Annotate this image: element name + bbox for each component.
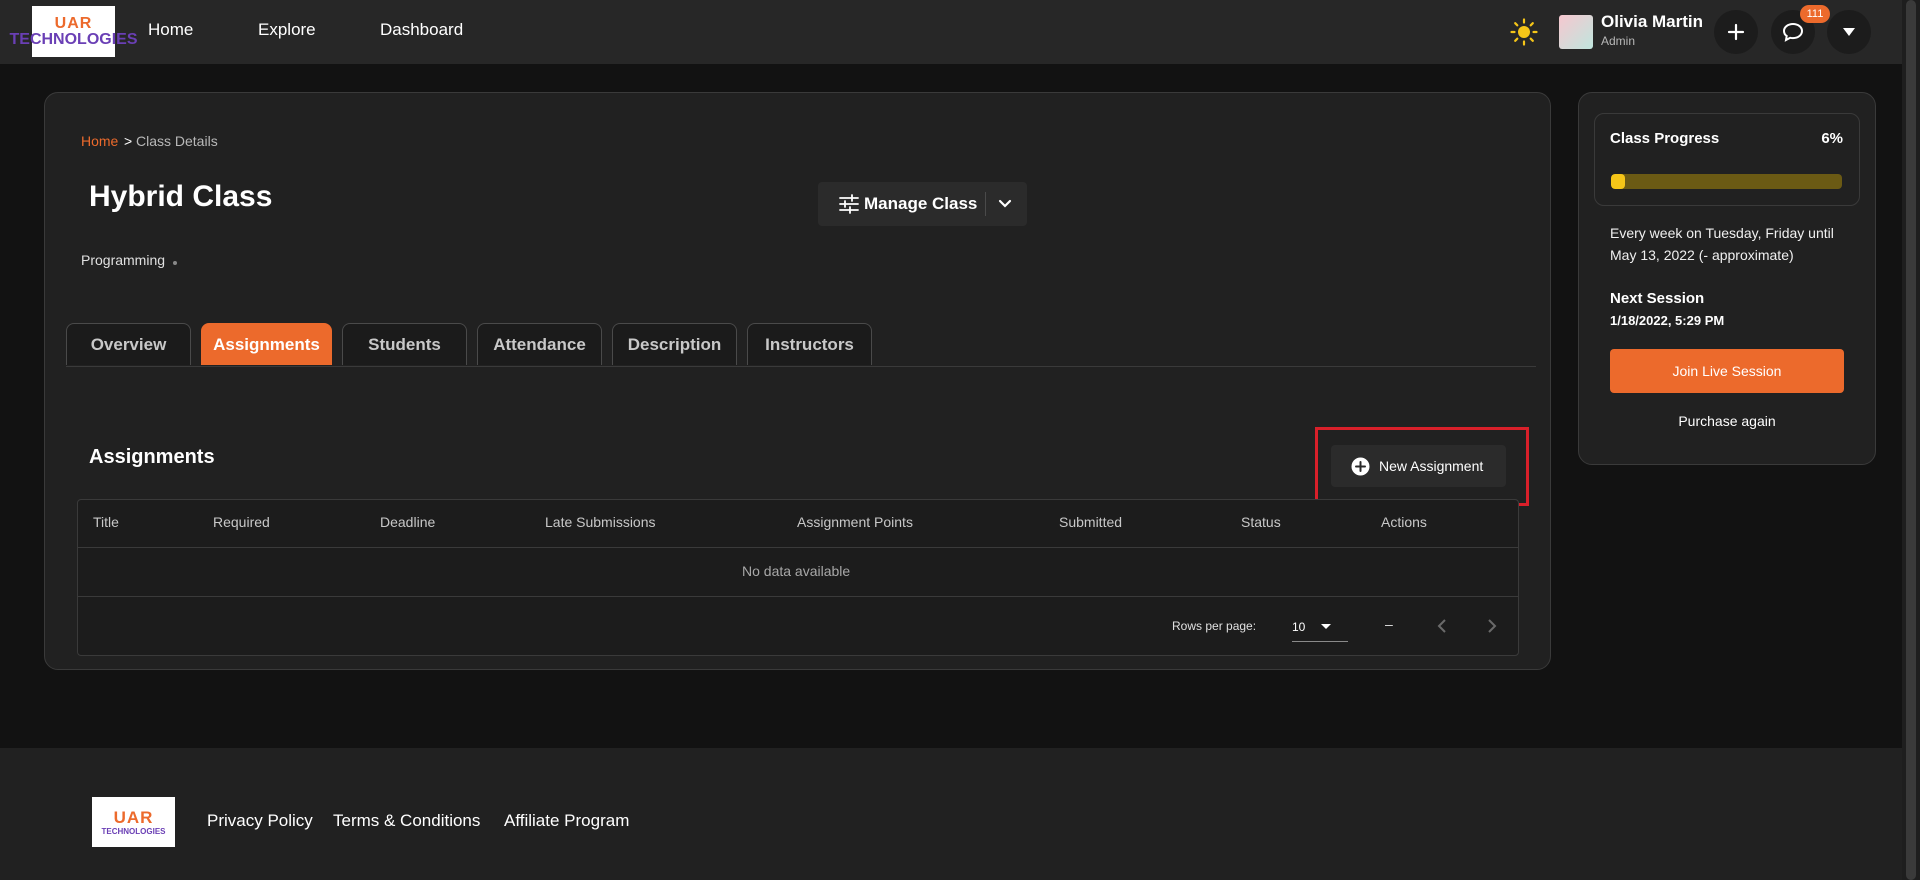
progress-percent: 6% <box>1821 130 1843 147</box>
footer-link-affiliate[interactable]: Affiliate Program <box>504 811 629 831</box>
column-header-required[interactable]: Required <box>213 514 270 530</box>
table-header-divider <box>78 547 1518 548</box>
column-header-submitted[interactable]: Submitted <box>1059 514 1122 530</box>
previous-page-button[interactable] <box>1430 612 1454 640</box>
next-session-label: Next Session <box>1610 290 1705 307</box>
column-header-deadline[interactable]: Deadline <box>380 514 435 530</box>
column-header-title[interactable]: Title <box>93 514 119 530</box>
manage-class-label: Manage Class <box>864 194 978 213</box>
progress-bar-fill <box>1611 174 1625 189</box>
footer-logo-subtext: TECHNOLOGIES <box>101 826 166 836</box>
section-title: Assignments <box>89 446 215 468</box>
category-dot <box>173 261 177 265</box>
progress-bar <box>1611 174 1842 189</box>
chat-icon <box>1782 22 1804 42</box>
next-session-value: 1/18/2022, 5:29 PM <box>1610 313 1725 328</box>
user-role: Admin <box>1601 34 1636 48</box>
notification-badge: 111 <box>1800 5 1830 23</box>
logo-subtext: TECHNOLOGIES <box>9 30 138 48</box>
rows-per-page-label: Rows per page: <box>1172 619 1257 633</box>
chevron-left-icon <box>1437 619 1446 633</box>
class-category: Programming <box>81 252 166 268</box>
progress-box <box>1594 113 1860 206</box>
page-title: Hybrid Class <box>89 180 273 213</box>
nav-link-dashboard[interactable]: Dashboard <box>380 20 463 40</box>
rows-per-page-value: 10 <box>1292 619 1306 634</box>
highlight-box <box>1315 427 1529 506</box>
nav-link-explore[interactable]: Explore <box>258 20 316 40</box>
column-header-late-submissions[interactable]: Late Submissions <box>545 514 656 530</box>
pagination-range: – <box>1385 616 1393 632</box>
tab-overview[interactable]: Overview <box>66 323 191 365</box>
chevron-right-icon <box>1488 619 1497 633</box>
sliders-icon <box>838 194 860 214</box>
column-header-assignment-points[interactable]: Assignment Points <box>797 514 913 530</box>
footer-link-terms[interactable]: Terms & Conditions <box>333 811 480 831</box>
column-header-status[interactable]: Status <box>1241 514 1281 530</box>
breadcrumb-current: Class Details <box>136 133 218 149</box>
next-page-button[interactable] <box>1480 612 1504 640</box>
add-button[interactable] <box>1714 10 1758 54</box>
sun-icon[interactable] <box>1510 18 1538 46</box>
avatar[interactable] <box>1559 15 1593 49</box>
column-header-actions[interactable]: Actions <box>1381 514 1427 530</box>
breadcrumb-home[interactable]: Home <box>81 133 118 149</box>
rows-per-page-select[interactable]: 10 <box>1292 612 1348 642</box>
footer-logo-text: UAR <box>113 807 154 827</box>
progress-title: Class Progress <box>1610 130 1720 147</box>
tab-students[interactable]: Students <box>342 323 467 365</box>
tab-assignments[interactable]: Assignments <box>201 323 332 365</box>
manage-class-button[interactable]: Manage Class <box>818 182 1027 226</box>
schedule-text: Every week on Tuesday, Friday until May … <box>1610 225 1834 263</box>
button-divider <box>985 192 987 216</box>
logo-text: UAR <box>54 14 93 32</box>
scrollbar-thumb[interactable] <box>1906 0 1916 880</box>
caret-down-icon <box>1321 624 1331 629</box>
brand-logo[interactable]: UAR TECHNOLOGIES <box>10 6 138 57</box>
footer-logo[interactable]: UAR TECHNOLOGIES <box>92 797 175 847</box>
purchase-again-link[interactable]: Purchase again <box>1610 413 1844 429</box>
tab-attendance[interactable]: Attendance <box>477 323 602 365</box>
nav-link-home[interactable]: Home <box>148 20 193 40</box>
user-name[interactable]: Olivia Martin <box>1601 12 1703 32</box>
table-footer-divider <box>78 596 1518 597</box>
chevron-down-icon <box>1843 28 1855 36</box>
plus-icon <box>1727 23 1745 41</box>
chevron-down-icon[interactable] <box>998 199 1012 209</box>
tab-divider <box>66 366 1536 367</box>
empty-table-message: No data available <box>742 563 851 579</box>
user-menu-button[interactable] <box>1827 10 1871 54</box>
footer-link-privacy[interactable]: Privacy Policy <box>207 811 313 831</box>
tab-description[interactable]: Description <box>612 323 737 365</box>
join-live-session-button[interactable]: Join Live Session <box>1610 349 1844 393</box>
tab-instructors[interactable]: Instructors <box>747 323 872 365</box>
breadcrumb-separator: > <box>124 133 133 149</box>
